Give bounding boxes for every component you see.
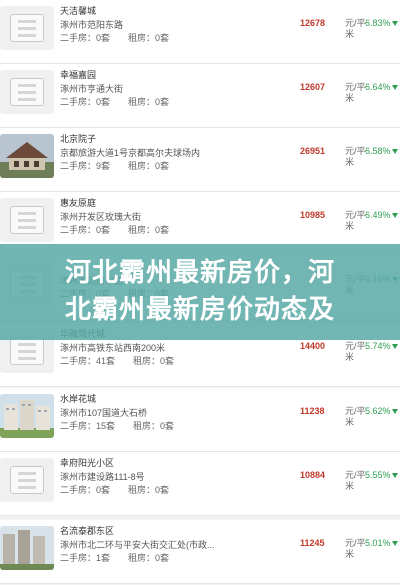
listing-price: 12678 [300, 18, 326, 28]
listing-thumbnail[interactable] [0, 458, 54, 502]
listing-thumbnail[interactable] [0, 526, 54, 570]
listing-address: 涿州开发区玫瑰大街 [60, 212, 142, 222]
rental-count: 租房：0套 [128, 485, 170, 495]
resale-count: 二手房：41套 [60, 356, 116, 366]
listing-card[interactable]: 幸府阳光小区涿州市建设路111-8号 二手房：0套 租房：0套 10884 元/平米 5.… [0, 452, 400, 516]
listing-thumbnail[interactable] [0, 134, 54, 178]
listing-name[interactable]: 水岸花城 [60, 392, 96, 405]
down-arrow-icon [392, 344, 398, 349]
listing-address: 涿州市107国道大石桥 [60, 408, 148, 418]
price-unit: 元/平米 [345, 210, 366, 231]
resale-count: 二手房：1套 [60, 553, 111, 563]
resale-count: 二手房：0套 [60, 33, 111, 43]
rental-count: 租房：0套 [128, 161, 170, 171]
rental-count: 租房：0套 [128, 225, 170, 235]
listing-card[interactable]: 幸福嘉园涿州市亨通大街 二手房：0套 租房：0套 12607 元/平米 6.64% [0, 64, 400, 128]
listing-stock: 二手房：41套 租房：0套 [60, 354, 174, 367]
listing-price: 11245 [300, 538, 325, 548]
listing-price: 10884 [300, 470, 326, 480]
rental-count: 租房：0套 [128, 97, 170, 107]
listing-thumbnail[interactable] [0, 198, 54, 242]
listing-address: 涿州市北二环与平安大街交汇处(市政... [60, 540, 215, 550]
down-arrow-icon [392, 213, 398, 218]
listing-name[interactable]: 幸福嘉园 [60, 68, 96, 81]
listing-card[interactable]: 北京院子京都旅游大道1号京都高尔夫球场内 二手房：9套 租房：0套 26951 元/平米… [0, 128, 400, 192]
down-arrow-icon [392, 149, 398, 154]
rental-count: 租房：0套 [128, 33, 170, 43]
rental-count: 租房：0套 [133, 421, 175, 431]
resale-count: 二手房：9套 [60, 161, 111, 171]
listing-stock: 二手房：0套 租房：0套 [60, 31, 169, 44]
listing-stock: 二手房：15套 租房：0套 [60, 419, 174, 432]
listing-address: 京都旅游大道1号京都高尔夫球场内 [60, 148, 201, 158]
down-arrow-icon [392, 85, 398, 90]
listing-thumbnail[interactable] [0, 70, 54, 114]
article-title: 河北霸州最新房价，河 北霸州最新房价动态及 [0, 254, 400, 328]
listing-stock: 二手房：1套 租房：0套 [60, 551, 169, 564]
listing-name[interactable]: 惠友原庭 [60, 196, 96, 209]
price-unit: 元/平米 [345, 82, 366, 103]
resale-count: 二手房：0套 [60, 97, 111, 107]
price-change: 6.49% [365, 210, 391, 220]
article-title-banner: 河北霸州最新房价，河 北霸州最新房价动态及 [0, 244, 400, 340]
listing-name[interactable]: 天洁馨城 [60, 4, 96, 17]
listing-card[interactable]: 名流泰郡东区涿州市北二环与平安大街交汇处(市政... 二手房：1套 租房：0套 112… [0, 520, 400, 584]
listing-price: 11238 [300, 406, 325, 416]
price-change: 5.01% [365, 538, 391, 548]
price-unit: 元/平米 [345, 146, 366, 167]
listing-address: 涿州市高铁东站西南200米 [60, 343, 166, 353]
listing-stock: 二手房：0套 租房：0套 [60, 223, 169, 236]
listing-price: 26951 [300, 146, 326, 156]
price-change: 5.62% [365, 406, 391, 416]
rental-count: 租房：0套 [128, 553, 170, 563]
price-change: 5.55% [365, 470, 391, 480]
price-unit: 元/平米 [345, 538, 366, 559]
listing-stock: 二手房：9套 租房：0套 [60, 159, 169, 172]
listing-card[interactable]: 天洁馨城涿州市范阳东路 二手房：0套 租房：0套 12678 元/平米 6.83% [0, 0, 400, 64]
article-title-line-2: 北霸州最新房价动态及 [64, 294, 335, 324]
price-change: 6.83% [365, 18, 391, 28]
resale-count: 二手房：0套 [60, 225, 111, 235]
down-arrow-icon [392, 21, 398, 26]
listing-address: 涿州市亨通大街 [60, 84, 124, 94]
listing-price: 12607 [300, 82, 326, 92]
listing-thumbnail[interactable] [0, 394, 54, 438]
price-change: 6.58% [365, 146, 391, 156]
down-arrow-icon [392, 541, 398, 546]
listing-address: 涿州市建设路111-8号 [60, 472, 145, 482]
price-change: 6.64% [365, 82, 391, 92]
article-title-line-1: 河北霸州最新房价，河 [64, 257, 335, 287]
price-unit: 元/平米 [345, 406, 366, 427]
price-unit: 元/平米 [345, 18, 366, 39]
listing-name[interactable]: 幸府阳光小区 [60, 456, 114, 469]
down-arrow-icon [392, 409, 398, 414]
listing-price: 10985 [300, 210, 326, 220]
listing-stock: 二手房：0套 租房：0套 [60, 483, 169, 496]
resale-count: 二手房：15套 [60, 421, 116, 431]
price-unit: 元/平米 [345, 341, 366, 362]
listing-card[interactable]: 水岸花城涿州市107国道大石桥 二手房：15套 租房：0套 11238 元/平米 5.62… [0, 388, 400, 452]
rental-count: 租房：0套 [133, 356, 175, 366]
listing-stock: 二手房：0套 租房：0套 [60, 95, 169, 108]
listing-name[interactable]: 北京院子 [60, 132, 96, 145]
listing-price: 14400 [300, 341, 326, 351]
price-unit: 元/平米 [345, 470, 366, 491]
price-change: 5.74% [365, 341, 391, 351]
listing-name[interactable]: 名流泰郡东区 [60, 524, 114, 537]
listing-address: 涿州市范阳东路 [60, 20, 124, 30]
resale-count: 二手房：0套 [60, 485, 111, 495]
down-arrow-icon [392, 473, 398, 478]
listing-thumbnail[interactable] [0, 6, 54, 50]
